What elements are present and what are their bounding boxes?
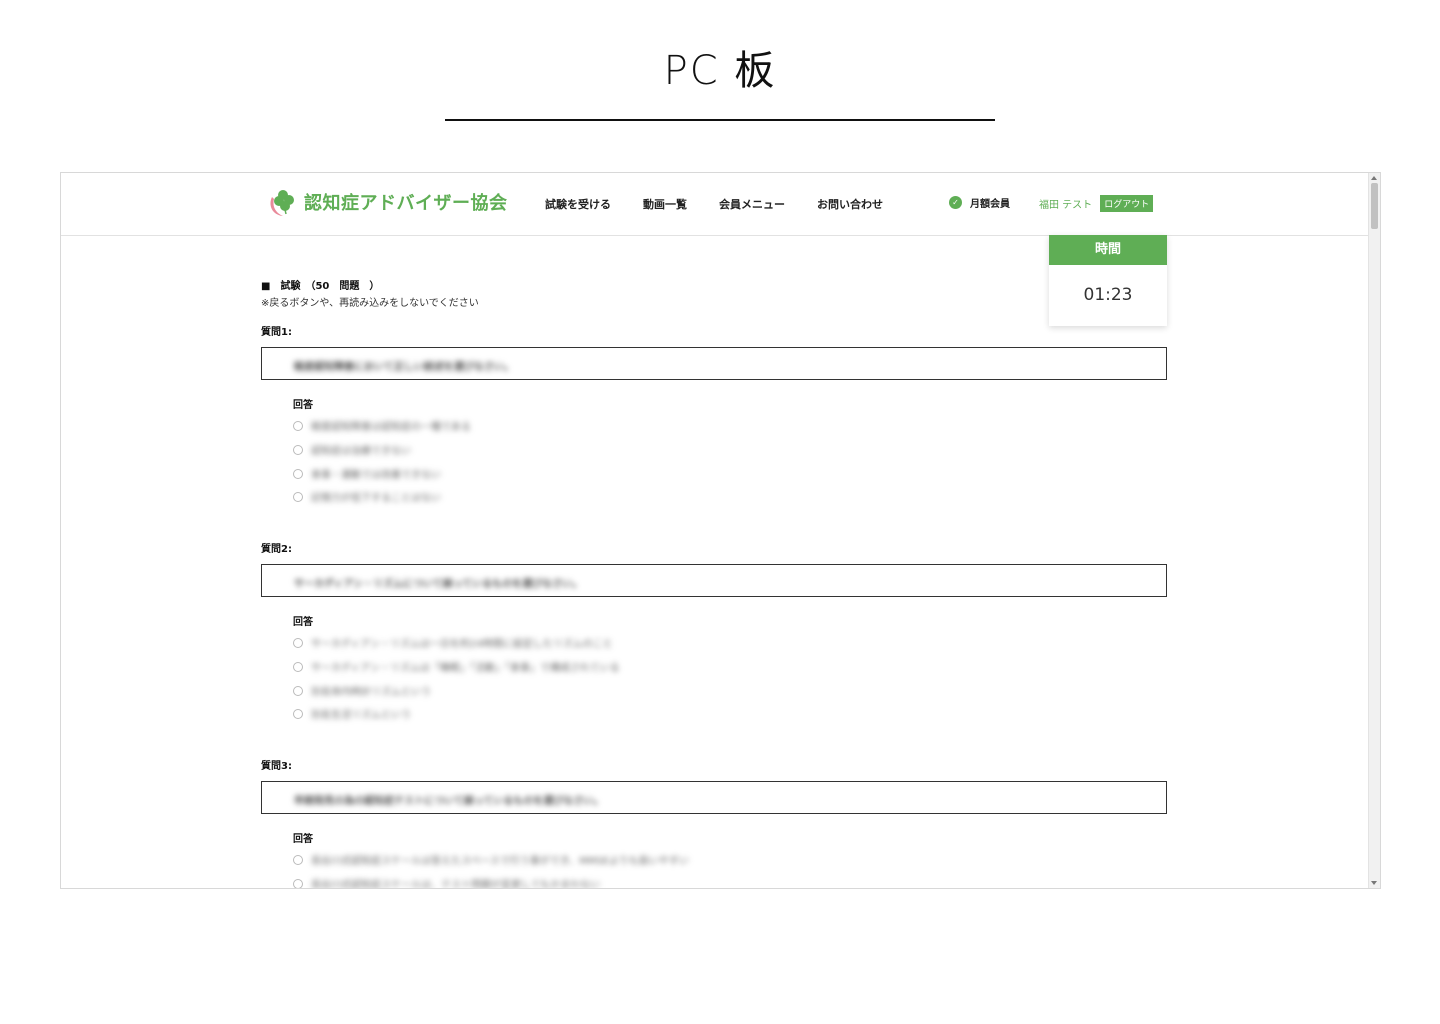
radio-button[interactable] xyxy=(293,637,303,648)
exam-title: ■ 試験 （50 問題 ） xyxy=(261,281,380,292)
nav-member-menu[interactable]: 会員メニュー xyxy=(719,196,785,212)
option-text: サーカディアン・リズムは「睡眠」「活動」「食事」で構成されている xyxy=(311,663,620,674)
radio-button[interactable] xyxy=(293,444,303,455)
member-badge: ✓ 月額会員 xyxy=(949,195,1010,210)
answer-option[interactable]: 認知症は治療できない xyxy=(293,442,411,457)
question-box: サーカディアン・リズムについて誤っているものを選びなさい。 xyxy=(261,564,1167,597)
answer-heading: 回答 xyxy=(293,400,313,411)
exam-note: ※戻るボタンや、再読み込みをしないでください xyxy=(261,298,479,309)
option-text: 軽度認知障害は認知症の一種である xyxy=(311,422,471,433)
option-text: 長谷川式認知症スケールは、テスト問題が変更してもかまわない xyxy=(311,880,601,889)
option-text: 別名体内時計リズムという xyxy=(311,687,431,698)
radio-button[interactable] xyxy=(293,661,303,672)
logo-text: 認知症アドバイザー協会 xyxy=(304,193,508,214)
answer-option[interactable]: サーカディアン・リズムは「睡眠」「活動」「食事」で構成されている xyxy=(293,659,620,674)
scrollbar-thumb[interactable] xyxy=(1371,183,1378,229)
page-heading: PC 板 xyxy=(663,48,777,94)
answer-option[interactable]: 別名生活リズムという xyxy=(293,706,411,721)
check-icon: ✓ xyxy=(949,196,962,209)
option-text: サーカディアン・リズムは一日を約24時間に設定したリズムのこと xyxy=(311,639,613,650)
radio-button[interactable] xyxy=(293,854,303,865)
member-label: 月額会員 xyxy=(970,199,1010,210)
user-area: 福田 テスト ログアウト xyxy=(1039,195,1154,212)
site-header: 認知症アドバイザー協会 試験を受ける 動画一覧 会員メニュー お問い合わせ ✓ … xyxy=(61,173,1368,236)
timer-value: 01:23 xyxy=(1083,285,1133,305)
radio-button[interactable] xyxy=(293,685,303,696)
vertical-scrollbar[interactable] xyxy=(1368,173,1380,888)
timer-label: 時間 xyxy=(1049,235,1167,265)
scroll-down-arrow-icon[interactable] xyxy=(1371,881,1377,885)
question-text: 軽度認知障害において正しい説述を選びなさい。 xyxy=(294,362,514,373)
clover-heart-icon xyxy=(270,190,294,216)
answer-option[interactable]: 食事・運動では改善できない xyxy=(293,466,441,481)
question-box: 軽度認知障害において正しい説述を選びなさい。 xyxy=(261,347,1167,380)
question-text: 早期発見の為の認知症テストについて誤っているものを選びなさい。 xyxy=(294,796,604,807)
answer-option[interactable]: 長谷川式認知症スケールは答えたスペースで行う事ができ、MMSEよりも扱いやすい xyxy=(293,852,689,867)
timer-panel: 時間 01:23 xyxy=(1049,235,1167,326)
question-box: 早期発見の為の認知症テストについて誤っているものを選びなさい。 xyxy=(261,781,1167,814)
answer-option[interactable]: サーカディアン・リズムは一日を約24時間に設定したリズムのこと xyxy=(293,635,613,650)
answer-option[interactable]: 長谷川式認知症スケールは、テスト問題が変更してもかまわない xyxy=(293,876,601,889)
nav-video-list[interactable]: 動画一覧 xyxy=(643,196,687,212)
user-name: 福田 テスト xyxy=(1039,200,1093,211)
option-text: 記憶力が低下することはない xyxy=(311,493,441,504)
site-logo[interactable]: 認知症アドバイザー協会 xyxy=(266,185,508,219)
answer-option[interactable]: 記憶力が低下することはない xyxy=(293,489,441,504)
nav-contact[interactable]: お問い合わせ xyxy=(817,196,883,212)
answer-option[interactable]: 別名体内時計リズムという xyxy=(293,683,431,698)
question-label: 質問2: xyxy=(261,544,292,555)
logout-button[interactable]: ログアウト xyxy=(1100,195,1154,212)
question-label: 質問3: xyxy=(261,761,292,772)
heading-divider xyxy=(445,119,995,121)
option-text: 食事・運動では改善できない xyxy=(311,470,441,481)
question-label: 質問1: xyxy=(261,327,292,338)
answer-heading: 回答 xyxy=(293,617,313,628)
nav-take-exam[interactable]: 試験を受ける xyxy=(545,196,611,212)
radio-button[interactable] xyxy=(293,878,303,888)
radio-button[interactable] xyxy=(293,468,303,479)
answer-heading: 回答 xyxy=(293,834,313,845)
radio-button[interactable] xyxy=(293,491,303,502)
option-text: 長谷川式認知症スケールは答えたスペースで行う事ができ、MMSEよりも扱いやすい xyxy=(311,856,689,867)
main-nav: 試験を受ける 動画一覧 会員メニュー お問い合わせ xyxy=(545,196,915,212)
scroll-up-arrow-icon[interactable] xyxy=(1371,176,1377,180)
option-text: 別名生活リズムという xyxy=(311,710,411,721)
question-text: サーカディアン・リズムについて誤っているものを選びなさい。 xyxy=(294,579,583,590)
option-text: 認知症は治療できない xyxy=(311,446,411,457)
radio-button[interactable] xyxy=(293,420,303,431)
browser-screenshot-frame: 認知症アドバイザー協会 試験を受ける 動画一覧 会員メニュー お問い合わせ ✓ … xyxy=(60,172,1381,889)
answer-option[interactable]: 軽度認知障害は認知症の一種である xyxy=(293,418,471,433)
radio-button[interactable] xyxy=(293,708,303,719)
